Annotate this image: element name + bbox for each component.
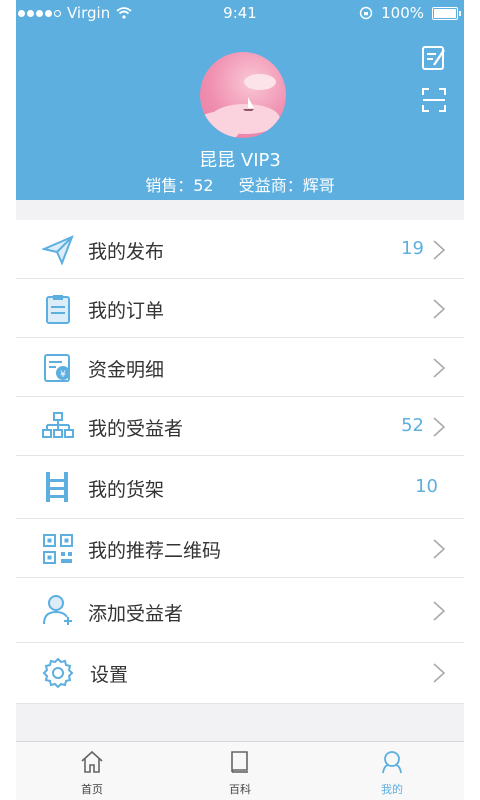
beneficiary-merchant: 受益商：辉哥 (238, 176, 335, 195)
chevron-right-icon (433, 601, 446, 621)
chevron-right-icon (433, 299, 446, 319)
battery-icon (432, 6, 461, 20)
clipboard-icon (46, 295, 70, 324)
svg-text:¥: ¥ (60, 370, 66, 380)
home-icon (81, 750, 103, 773)
add-user-icon (43, 595, 72, 625)
edit-icon[interactable] (420, 44, 448, 72)
menu-item-label: 我的发布 (88, 241, 165, 263)
menu-item-fund-details[interactable]: ¥ 资金明细 (16, 338, 464, 397)
menu-item-label: 我的受益者 (88, 418, 184, 440)
book-icon (231, 751, 248, 773)
shelf-icon (46, 472, 68, 502)
menu-item-my-shelf[interactable]: 我的货架 10 (16, 456, 464, 519)
chevron-right-icon (433, 539, 446, 559)
menu-item-my-beneficiaries[interactable]: 我的受益者 52 (16, 397, 464, 456)
menu-item-my-qr-code[interactable]: 我的推荐二维码 (16, 519, 464, 578)
menu-item-settings[interactable]: 设置 (16, 643, 464, 704)
tab-mine[interactable]: 我的 (332, 742, 452, 800)
tab-label: 百科 (229, 783, 251, 796)
tab-home[interactable]: 首页 (32, 742, 152, 800)
profile-header: Virgin 9:41 100% 昆昆 VIP3 销售：52 受益商：辉哥 (16, 0, 464, 200)
username: 昆昆 VIP3 (199, 150, 281, 171)
avatar[interactable] (200, 52, 286, 138)
paper-plane-icon (42, 235, 74, 266)
profile-icon (382, 751, 402, 774)
menu-item-my-orders[interactable]: 我的订单 (16, 279, 464, 338)
scan-icon[interactable] (420, 86, 448, 114)
tab-bar: 首页 百科 我的 (16, 741, 464, 800)
menu-item-label: 我的推荐二维码 (88, 540, 222, 562)
menu-list: 我的发布 19 我的订单 ¥ 资金明细 我的受益者 52 我的货架 10 我的推… (16, 220, 464, 704)
menu-item-label: 添加受益者 (88, 603, 184, 625)
menu-item-my-posts[interactable]: 我的发布 19 (16, 220, 464, 279)
menu-item-label: 设置 (90, 664, 129, 686)
sales-count: 销售：52 (145, 176, 214, 195)
menu-item-value: 10 (415, 476, 438, 497)
status-bar: Virgin 9:41 100% (16, 0, 464, 26)
money-statement-icon: ¥ (44, 354, 70, 382)
tab-label: 首页 (81, 783, 103, 796)
tab-encyclopedia[interactable]: 百科 (180, 742, 300, 800)
menu-item-label: 我的货架 (88, 479, 165, 501)
sailboat-icon (243, 97, 254, 111)
app-frame: Virgin 9:41 100% 昆昆 VIP3 销售：52 受益商：辉哥 我的… (16, 0, 464, 800)
menu-item-add-beneficiary[interactable]: 添加受益者 (16, 578, 464, 643)
chevron-right-icon (433, 240, 446, 260)
tab-label: 我的 (381, 783, 403, 796)
chevron-right-icon (433, 417, 446, 437)
menu-item-value: 52 (401, 415, 424, 436)
battery-percent: 100% (381, 4, 424, 22)
chevron-right-icon (433, 358, 446, 378)
gear-icon (42, 657, 74, 689)
qr-code-icon (43, 534, 73, 564)
chevron-right-icon (433, 663, 446, 683)
menu-item-value: 19 (401, 238, 424, 259)
menu-item-label: 资金明细 (88, 359, 165, 381)
org-chart-icon (42, 412, 74, 438)
menu-item-label: 我的订单 (88, 300, 165, 322)
rotation-lock-icon (359, 6, 373, 20)
profile-meta: 销售：52 受益商：辉哥 (16, 172, 464, 196)
